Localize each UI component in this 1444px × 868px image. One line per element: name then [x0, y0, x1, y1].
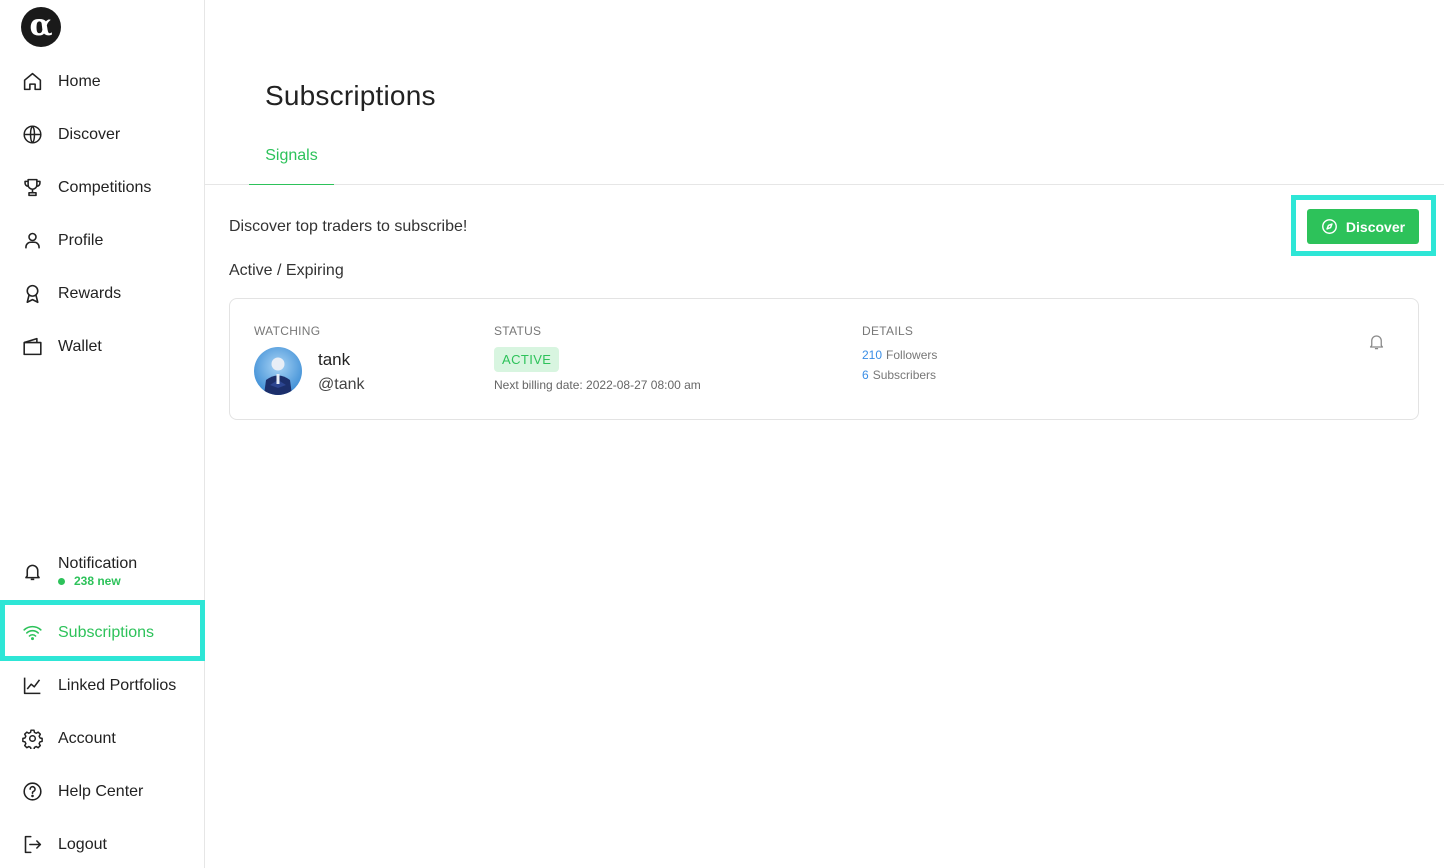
column-header-watching: WATCHING — [254, 324, 321, 338]
column-header-status: STATUS — [494, 324, 542, 338]
wallet-icon — [21, 336, 43, 358]
sidebar-item-home[interactable]: Home — [0, 55, 205, 108]
subscribers-count: 6 Subscribers — [862, 368, 936, 382]
status-dot — [58, 577, 65, 585]
trophy-icon — [21, 177, 43, 199]
section-label: Active / Expiring — [229, 262, 344, 279]
bell-icon — [1369, 334, 1383, 349]
discover-prompt: Discover top traders to subscribe! — [229, 218, 468, 235]
sidebar-item-label: Logout — [58, 835, 107, 853]
followers-number: 210 — [862, 348, 883, 362]
sidebar-item-label: Discover — [58, 125, 121, 143]
followers-count: 210 Followers — [862, 348, 937, 362]
sidebar-item-label: Account — [58, 729, 116, 747]
sidebar-item-competitions[interactable]: Competitions — [0, 161, 205, 214]
sidebar-item-label: Subscriptions — [58, 623, 155, 641]
notification-label: Notification — [58, 555, 138, 572]
help-circle-icon — [21, 781, 43, 803]
home-icon — [21, 71, 43, 93]
sidebar-item-label: Competitions — [58, 178, 152, 196]
notification-count-text: 238 new — [74, 574, 121, 588]
sidebar-item-discover[interactable]: Discover — [0, 108, 205, 161]
user-icon — [21, 230, 43, 252]
sidebar-item-label: Profile — [58, 231, 104, 249]
sidebar-item-linked-portfolios[interactable]: Linked Portfolios — [0, 659, 205, 712]
compass-icon — [1321, 219, 1337, 234]
discover-button[interactable]: Discover — [1307, 209, 1419, 244]
globe-icon — [21, 124, 43, 146]
next-billing-date: Next billing date: 2022-08-27 08:00 am — [494, 378, 701, 392]
sidebar-item-profile[interactable]: Profile — [0, 214, 205, 267]
page-title: Subscriptions — [265, 80, 436, 111]
sidebar-item-label: Rewards — [58, 284, 122, 302]
notification-count: 238 new — [58, 574, 121, 588]
subscription-card: WATCHING STATUS DETAILS tank @tank ACTIV… — [229, 298, 1419, 420]
sidebar-item-label: Linked Portfolios — [58, 676, 177, 694]
main-content: Subscriptions Signals Discover top trade… — [205, 0, 1444, 868]
sidebar-item-label: Help Center — [58, 782, 144, 800]
wifi-icon — [21, 622, 43, 644]
sidebar: α Home Discover Competitions Profile Rew… — [0, 0, 205, 868]
sidebar-item-label: Home — [58, 72, 101, 90]
avatar[interactable] — [254, 347, 302, 395]
sidebar-item-label: Wallet — [58, 337, 102, 355]
notify-toggle-button[interactable] — [1366, 330, 1386, 352]
app-logo[interactable]: α — [21, 7, 61, 47]
sidebar-item-account[interactable]: Account — [0, 712, 205, 765]
sidebar-item-rewards[interactable]: Rewards — [0, 267, 205, 320]
sidebar-item-help-center[interactable]: Help Center — [0, 765, 205, 818]
award-icon — [21, 283, 43, 305]
tab-bar: Signals — [205, 140, 1444, 185]
status-badge: ACTIVE — [494, 347, 560, 372]
bell-icon — [21, 560, 43, 582]
gear-icon — [21, 728, 43, 750]
sidebar-item-wallet[interactable]: Wallet — [0, 320, 205, 373]
sidebar-item-subscriptions[interactable]: Subscriptions — [0, 606, 205, 659]
discover-button-label: Discover — [1345, 218, 1406, 235]
logout-icon — [21, 834, 43, 856]
followers-label: Followers — [886, 348, 938, 362]
column-header-details: DETAILS — [862, 324, 914, 338]
chart-line-icon — [21, 675, 43, 697]
trader-name[interactable]: tank — [318, 350, 350, 370]
subscribers-label: Subscribers — [872, 368, 937, 382]
tab-signals[interactable]: Signals — [249, 140, 334, 185]
trader-handle: @tank — [318, 376, 365, 393]
subscribers-number: 6 — [862, 368, 869, 382]
sidebar-item-logout[interactable]: Logout — [0, 818, 205, 868]
